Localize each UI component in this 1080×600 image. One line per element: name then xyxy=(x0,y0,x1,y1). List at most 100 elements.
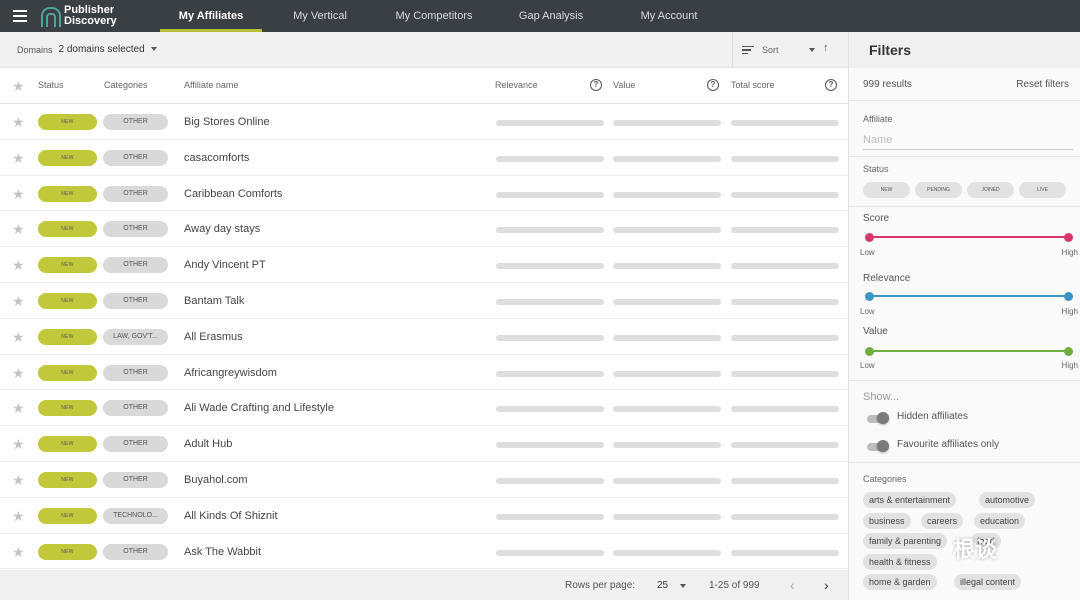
column-header-total-score[interactable]: Total score xyxy=(731,80,775,90)
status-chip-new[interactable]: NEW xyxy=(863,182,910,198)
rows-per-page-select[interactable]: 25 xyxy=(657,580,668,591)
slider-high-label: High xyxy=(1061,307,1078,316)
category-chip[interactable]: business xyxy=(863,513,911,529)
column-header-value[interactable]: Value xyxy=(613,80,635,90)
table-row[interactable]: ★ NEW OTHER Away day stays xyxy=(0,211,848,248)
category-chip[interactable]: automotive xyxy=(979,492,1036,508)
affiliate-name[interactable]: Big Stores Online xyxy=(184,116,270,128)
help-icon[interactable]: ? xyxy=(825,79,837,91)
status-chip-joined[interactable]: JOINED xyxy=(967,182,1014,198)
nav-my-account[interactable]: My Account xyxy=(612,0,726,32)
slider-handle-low[interactable] xyxy=(865,346,874,356)
nav-my-vertical[interactable]: My Vertical xyxy=(262,0,378,32)
column-header-relevance[interactable]: Relevance xyxy=(495,80,538,90)
chevron-down-icon[interactable] xyxy=(809,48,815,52)
category-badge: OTHER xyxy=(103,149,168,166)
affiliate-name[interactable]: All Kinds Of Shiznit xyxy=(184,510,278,522)
category-chip[interactable]: careers xyxy=(921,513,964,529)
help-icon[interactable]: ? xyxy=(707,79,719,91)
category-chip[interactable]: home & garden xyxy=(863,574,937,590)
star-icon[interactable]: ★ xyxy=(12,115,25,129)
slider-handle-low[interactable] xyxy=(865,232,874,242)
category-chip[interactable]: family & parenting xyxy=(863,533,948,549)
category-chip[interactable]: arts & entertainment xyxy=(863,492,957,508)
affiliate-name[interactable]: Caribbean Comforts xyxy=(184,188,282,200)
table-row[interactable]: ★ NEW OTHER casacomforts xyxy=(0,140,848,176)
category-badge: OTHER xyxy=(103,114,168,130)
star-icon[interactable]: ★ xyxy=(12,545,25,559)
table-row[interactable]: ★ NEW OTHER Adult Hub xyxy=(0,426,848,462)
category-chip[interactable]: health & fitness xyxy=(863,554,937,570)
affiliate-name[interactable]: Buyahol.com xyxy=(184,474,248,486)
sort-control[interactable]: Sort ↑ xyxy=(732,32,848,68)
slider-handle-high[interactable] xyxy=(1064,232,1073,242)
affiliate-name[interactable]: Africangreywisdom xyxy=(184,367,277,379)
category-badge: OTHER xyxy=(103,257,168,274)
table-row[interactable]: ★ NEW OTHER Ali Wade Crafting and Lifestyle xyxy=(0,390,848,427)
table-row[interactable]: ★ NEW OTHER Ask The Wabbit xyxy=(0,534,848,570)
star-icon[interactable]: ★ xyxy=(12,151,25,165)
category-badge: LAW, GOV'T... xyxy=(103,328,168,345)
affiliate-name[interactable]: casacomforts xyxy=(184,152,249,164)
column-header-status[interactable]: Status xyxy=(38,80,64,90)
nav-gap-analysis[interactable]: Gap Analysis xyxy=(490,0,612,32)
next-page-icon[interactable]: › xyxy=(824,577,829,593)
star-icon[interactable]: ★ xyxy=(12,79,25,93)
slider-low-label: Low xyxy=(860,307,875,316)
table-row[interactable]: ★ NEW TECHNOLO... All Kinds Of Shiznit xyxy=(0,498,848,534)
table-row[interactable]: ★ NEW LAW, GOV'T... All Erasmus xyxy=(0,319,848,355)
table-row[interactable]: ★ NEW OTHER Caribbean Comforts xyxy=(0,176,848,212)
status-chip-pending[interactable]: PENDING xyxy=(915,182,962,198)
chevron-down-icon[interactable] xyxy=(680,584,686,588)
column-header-name[interactable]: Affiliate name xyxy=(184,80,238,90)
slider-handle-high[interactable] xyxy=(1064,346,1073,356)
reset-filters-link[interactable]: Reset filters xyxy=(1016,79,1069,90)
star-icon[interactable]: ★ xyxy=(12,187,25,201)
affiliate-name[interactable]: Adult Hub xyxy=(184,438,232,450)
status-chip-live[interactable]: LIVE xyxy=(1019,182,1066,198)
table-row[interactable]: ★ NEW OTHER Buyahol.com xyxy=(0,462,848,498)
category-chip[interactable]: illegal content xyxy=(954,574,1022,590)
filters-panel: Filters 999 results Reset filters Affili… xyxy=(848,32,1080,600)
domains-select[interactable]: 2 domains selected xyxy=(59,44,157,55)
star-icon[interactable]: ★ xyxy=(12,509,25,523)
star-icon[interactable]: ★ xyxy=(12,330,25,344)
affiliate-name[interactable]: Andy Vincent PT xyxy=(184,259,266,271)
nav-my-competitors[interactable]: My Competitors xyxy=(378,0,490,32)
table-row[interactable]: ★ NEW OTHER Africangreywisdom xyxy=(0,355,848,391)
star-icon[interactable]: ★ xyxy=(12,437,25,451)
star-icon[interactable]: ★ xyxy=(12,258,25,272)
table-row[interactable]: ★ NEW OTHER Big Stores Online xyxy=(0,104,848,140)
star-icon[interactable]: ★ xyxy=(12,401,25,415)
affiliate-name-input[interactable] xyxy=(863,130,1073,150)
value-placeholder xyxy=(613,298,721,305)
relevance-placeholder xyxy=(496,334,604,341)
prev-page-icon[interactable]: ‹ xyxy=(790,577,795,593)
slider-handle-low[interactable] xyxy=(865,291,874,301)
favourite-affiliates-toggle[interactable] xyxy=(863,440,889,452)
value-range-slider[interactable] xyxy=(865,346,1073,356)
help-icon[interactable]: ? xyxy=(590,79,602,91)
app-logo[interactable]: Publisher Discovery xyxy=(40,5,150,27)
star-icon[interactable]: ★ xyxy=(12,222,25,236)
affiliate-name[interactable]: Ali Wade Crafting and Lifestyle xyxy=(184,402,334,414)
score-range-slider[interactable] xyxy=(865,232,1073,242)
table-row[interactable]: ★ NEW OTHER Bantam Talk xyxy=(0,283,848,319)
star-icon[interactable]: ★ xyxy=(12,473,25,487)
affiliate-name[interactable]: Bantam Talk xyxy=(184,295,244,307)
affiliate-name[interactable]: Away day stays xyxy=(184,223,260,235)
category-chip[interactable]: education xyxy=(974,513,1026,529)
star-icon[interactable]: ★ xyxy=(12,294,25,308)
table-row[interactable]: ★ NEW OTHER Andy Vincent PT xyxy=(0,247,848,283)
nav-my-affiliates[interactable]: My Affiliates xyxy=(160,0,262,32)
sort-icon xyxy=(742,45,754,55)
hidden-affiliates-toggle[interactable] xyxy=(863,412,889,424)
affiliate-name[interactable]: All Erasmus xyxy=(184,331,243,343)
column-header-categories[interactable]: Categories xyxy=(104,80,148,90)
star-icon[interactable]: ★ xyxy=(12,366,25,380)
relevance-range-slider[interactable] xyxy=(865,291,1073,301)
menu-icon[interactable] xyxy=(0,0,40,32)
affiliate-name[interactable]: Ask The Wabbit xyxy=(184,546,261,558)
slider-handle-high[interactable] xyxy=(1064,291,1073,301)
sort-direction-arrow-icon[interactable]: ↑ xyxy=(823,42,829,54)
